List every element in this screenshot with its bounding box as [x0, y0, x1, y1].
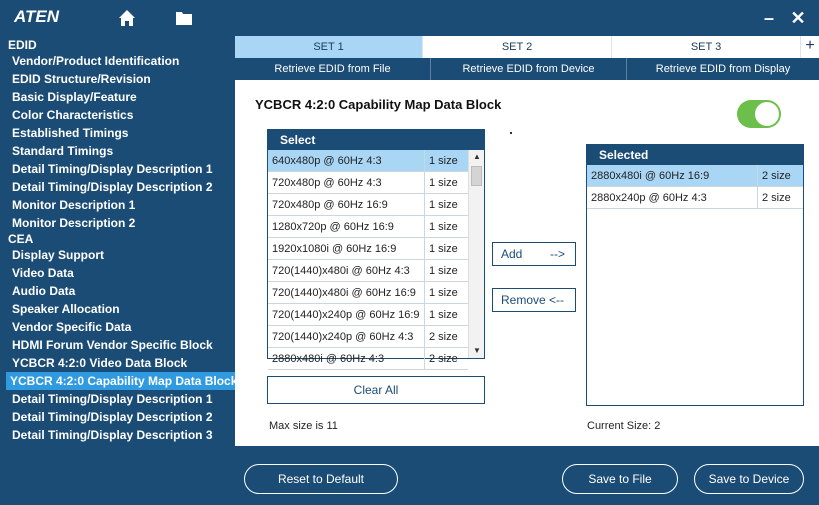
sidebar-item[interactable]: Display Support	[0, 246, 235, 264]
sidebar-item[interactable]: Basic Display/Feature	[0, 88, 235, 106]
tab-set1[interactable]: SET 1	[235, 36, 423, 58]
select-list-row[interactable]: 720(1440)x480i @ 60Hz 4:3 1 size	[268, 260, 468, 282]
retrieve-from-file-button[interactable]: Retrieve EDID from File	[235, 58, 431, 80]
sidebar-item[interactable]: Detail Timing/Display Description 3	[0, 426, 235, 444]
size-label: 2 size	[424, 326, 468, 348]
dot-mark	[510, 132, 512, 134]
select-list-row[interactable]: 2880x480i @ 60Hz 4:3 2 size	[268, 348, 468, 370]
add-label: Add	[501, 247, 523, 261]
size-label: 1 size	[424, 216, 468, 238]
add-set-button[interactable]: +	[801, 36, 819, 58]
selected-list-row[interactable]: 2880x240p @ 60Hz 4:3 2 size	[587, 187, 803, 209]
select-list-header: Select	[268, 130, 484, 150]
sidebar-item[interactable]: YCBCR 4:2:0 Video Data Block	[0, 354, 235, 372]
max-size-text: Max size is 11	[269, 420, 338, 432]
sidebar-item[interactable]: Established Timings	[0, 124, 235, 142]
add-button[interactable]: Add -->	[492, 242, 576, 266]
close-button[interactable]: ✕	[790, 7, 806, 29]
scroll-up-icon[interactable]: ▲	[473, 152, 481, 161]
size-label: 1 size	[424, 150, 468, 172]
resolution-label: 720x480p @ 60Hz 4:3	[272, 177, 382, 189]
select-list-row[interactable]: 1280x720p @ 60Hz 16:9 1 size	[268, 216, 468, 238]
scroll-thumb[interactable]	[471, 166, 482, 186]
size-label: 1 size	[424, 304, 468, 326]
sidebar: EDID Vendor/Product Identification EDID St…	[0, 36, 237, 446]
sidebar-item[interactable]: Detail Timing/Display Description 2	[0, 178, 235, 196]
retrieve-from-display-button[interactable]: Retrieve EDID from Display	[627, 58, 819, 80]
select-list-row[interactable]: 720x480p @ 60Hz 4:3 1 size	[268, 172, 468, 194]
page-title: YCBCR 4:2:0 Capability Map Data Block	[255, 97, 502, 112]
size-label: 1 size	[424, 260, 468, 282]
resolution-label: 720x480p @ 60Hz 16:9	[272, 199, 388, 211]
select-list-row[interactable]: 1920x1080i @ 60Hz 16:9 1 size	[268, 238, 468, 260]
resolution-label: 2880x480i @ 60Hz 4:3	[272, 353, 385, 365]
toggle-knob	[755, 102, 779, 126]
size-label: 1 size	[424, 172, 468, 194]
size-label: 1 size	[424, 194, 468, 216]
tab-set3[interactable]: SET 3	[612, 36, 801, 58]
sidebar-item[interactable]: Speaker Allocation	[0, 300, 235, 318]
resolution-label: 1920x1080i @ 60Hz 16:9	[272, 243, 397, 255]
bottom-bar: Reset to Default Save to File Save to De…	[0, 446, 819, 505]
sidebar-item[interactable]: HDMI Forum Vendor Specific Block	[0, 336, 235, 354]
size-label: 1 size	[424, 282, 468, 304]
minimize-button[interactable]: –	[762, 9, 776, 27]
selected-list: Selected 2880x480i @ 60Hz 16:9 2 size 2880…	[586, 144, 804, 406]
select-list: Select 640x480p @ 60Hz 4:3 1 size 720x480p…	[267, 129, 485, 370]
sidebar-item[interactable]: Monitor Description 1	[0, 196, 235, 214]
sidebar-item[interactable]: Detail Timing/Display Description 1	[0, 160, 235, 178]
sidebar-item[interactable]: Vendor Specific Data	[0, 318, 235, 336]
resolution-label: 2880x240p @ 60Hz 4:3	[591, 192, 707, 204]
sidebar-item[interactable]: Audio Data	[0, 282, 235, 300]
sidebar-item[interactable]: Detail Timing/Display Description 2	[0, 408, 235, 426]
enable-toggle[interactable]	[737, 100, 781, 128]
select-list-row[interactable]: 640x480p @ 60Hz 4:3 1 size	[268, 150, 468, 172]
size-label: 1 size	[424, 238, 468, 260]
sidebar-item[interactable]: EDID Structure/Revision	[0, 70, 235, 88]
select-list-row[interactable]: 720x480p @ 60Hz 16:9 1 size	[268, 194, 468, 216]
clear-all-button[interactable]: Clear All	[267, 376, 485, 404]
set-tabs: SET 1 SET 2 SET 3 +	[235, 36, 819, 58]
save-to-device-button[interactable]: Save to Device	[694, 464, 804, 494]
resolution-label: 720(1440)x480i @ 60Hz 4:3	[272, 265, 410, 277]
resolution-label: 720(1440)x480i @ 60Hz 16:9	[272, 287, 416, 299]
remove-button[interactable]: Remove <--	[492, 288, 576, 312]
sidebar-item[interactable]: YCBCR 4:2:0 Capability Map Data Block	[6, 372, 237, 390]
size-label: 2 size	[757, 165, 803, 187]
home-icon[interactable]	[118, 9, 136, 27]
scroll-down-icon[interactable]: ▼	[473, 346, 481, 355]
retrieve-toolbar: Retrieve EDID from File Retrieve EDID fr…	[235, 58, 819, 80]
selected-list-header: Selected	[587, 145, 803, 165]
sidebar-item[interactable]: Detail Timing/Display Description 1	[0, 390, 235, 408]
title-bar: ATEN – ✕	[0, 0, 819, 36]
retrieve-from-device-button[interactable]: Retrieve EDID from Device	[431, 58, 627, 80]
sidebar-item[interactable]: Vendor/Product Identification	[0, 52, 235, 70]
size-label: 2 size	[424, 348, 468, 370]
current-size-text: Current Size: 2	[587, 420, 661, 432]
resolution-label: 720(1440)x240p @ 60Hz 16:9	[272, 309, 420, 321]
resolution-label: 640x480p @ 60Hz 4:3	[272, 155, 382, 167]
add-arrow: -->	[550, 247, 565, 261]
reset-to-default-button[interactable]: Reset to Default	[244, 464, 398, 494]
selected-list-row[interactable]: 2880x480i @ 60Hz 16:9 2 size	[587, 165, 803, 187]
save-to-file-button[interactable]: Save to File	[562, 464, 678, 494]
aten-logo: ATEN	[14, 7, 60, 26]
resolution-label: 2880x480i @ 60Hz 16:9	[591, 170, 710, 182]
size-label: 2 size	[757, 187, 803, 209]
sidebar-item[interactable]: Color Characteristics	[0, 106, 235, 124]
select-list-row[interactable]: 720(1440)x240p @ 60Hz 4:3 2 size	[268, 326, 468, 348]
select-list-row[interactable]: 720(1440)x480i @ 60Hz 16:9 1 size	[268, 282, 468, 304]
tab-set2[interactable]: SET 2	[423, 36, 612, 58]
folder-icon[interactable]	[176, 10, 192, 25]
select-list-row[interactable]: 720(1440)x240p @ 60Hz 16:9 1 size	[268, 304, 468, 326]
select-scrollbar[interactable]: ▲ ▼	[468, 150, 484, 358]
resolution-label: 720(1440)x240p @ 60Hz 4:3	[272, 331, 414, 343]
resolution-label: 1280x720p @ 60Hz 16:9	[272, 221, 394, 233]
sidebar-item[interactable]: Video Data	[0, 264, 235, 282]
main-panel: SET 1 SET 2 SET 3 + Retrieve EDID from F…	[235, 36, 819, 446]
sidebar-item[interactable]: Standard Timings	[0, 142, 235, 160]
